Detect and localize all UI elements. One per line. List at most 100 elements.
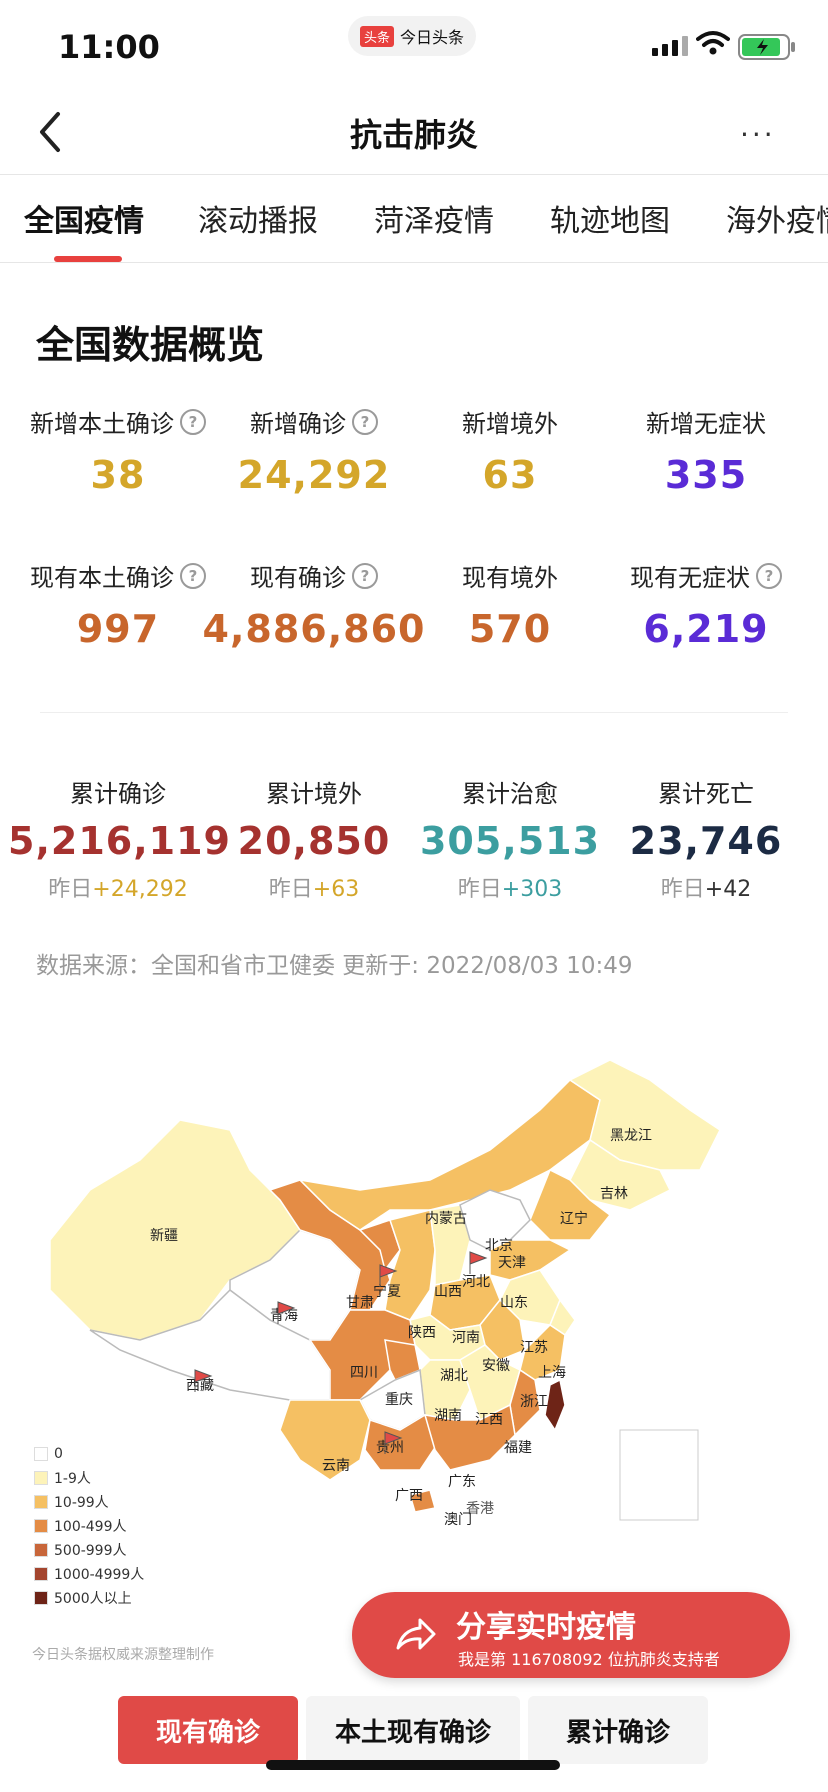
tab-rolling-news[interactable]: 滚动播报 (198, 196, 318, 240)
status-time: 11:00 (58, 28, 160, 66)
stat-value: 63 (482, 453, 538, 497)
legend-swatch (34, 1519, 48, 1533)
legend-swatch (34, 1543, 48, 1557)
app-name: 今日头条 (400, 28, 465, 47)
battery-icon (738, 34, 795, 60)
label-shandong: 山东 (500, 1294, 528, 1310)
stat-value: 6,219 (643, 607, 769, 651)
stat-label: 累计确诊 (70, 780, 166, 808)
stat-new-local: 新增本土确诊? 38 (18, 404, 218, 497)
stat-label: 新增境外 (462, 410, 558, 438)
legend-label: 100-499人 (54, 1519, 127, 1535)
legend-label: 5000人以上 (54, 1591, 132, 1607)
stat-value: 24,292 (237, 453, 391, 497)
app-badge: 头条 (359, 25, 394, 47)
tab-trajectory-map[interactable]: 轨迹地图 (550, 196, 670, 240)
app-pill[interactable]: 头条 今日头条 (348, 16, 476, 56)
label-yunnan: 云南 (322, 1457, 350, 1473)
help-icon[interactable]: ? (352, 408, 378, 435)
label-xinjiang: 新疆 (150, 1227, 178, 1243)
share-subtitle: 我是第 116708092 位抗肺炎支持者 (458, 1650, 720, 1669)
label-macau: 澳门 (444, 1511, 472, 1527)
province-taiwan (544, 1378, 566, 1432)
legend-swatch (34, 1591, 48, 1605)
stat-label: 现有本土确诊 (30, 564, 174, 592)
yesterday-label: 昨日 (660, 877, 705, 902)
tab-overseas[interactable]: 海外疫情 (726, 196, 828, 240)
label-hunan: 湖南 (434, 1407, 462, 1423)
stat-value: 5,216,119 (8, 819, 231, 863)
share-realtime-button[interactable]: 分享实时疫情 我是第 116708092 位抗肺炎支持者 (352, 1592, 790, 1678)
legend-swatch (34, 1471, 48, 1485)
tab-national[interactable]: 全国疫情 (24, 196, 144, 240)
label-liaoning: 辽宁 (560, 1210, 588, 1226)
more-menu-button[interactable]: ··· (740, 118, 776, 151)
nav-divider (0, 174, 828, 175)
stat-current-local: 现有本土确诊? 997 (18, 558, 218, 651)
stat-new-confirmed: 新增确诊? 24,292 (214, 404, 414, 497)
label-hubei: 湖北 (440, 1367, 468, 1383)
map-legend: 0 1-9人 10-99人 100-499人 500-999人 1000-499… (34, 1442, 144, 1610)
flag-icon (469, 1251, 488, 1274)
legend-label: 1000-4999人 (54, 1567, 145, 1583)
label-neimenggu: 内蒙古 (425, 1210, 467, 1226)
label-chongqing: 重庆 (385, 1391, 413, 1407)
label-jiangxi: 江西 (475, 1411, 503, 1427)
label-sichuan: 四川 (350, 1364, 378, 1380)
stat-value: 38 (90, 453, 146, 497)
overview-title: 全国数据概览 (36, 323, 265, 367)
stat-label: 现有无症状 (630, 564, 750, 592)
china-epidemic-map[interactable]: 黑龙江 吉林 辽宁 内蒙古 新疆 北京 天津 河北 山西 宁夏 甘肃 青海 山东… (30, 1040, 800, 1600)
stat-total-recovered: 累计治愈 305,513 昨日+303 (410, 774, 610, 903)
label-shanghai: 上海 (538, 1364, 566, 1380)
stat-total-confirmed: 累计确诊 5,216,119 昨日+24,292 (8, 774, 231, 903)
stat-new-asymptomatic: 新增无症状 335 (606, 404, 806, 497)
share-arrow-icon (396, 1618, 436, 1650)
map-credit: 今日头条据权威来源整理制作 (32, 1647, 214, 1663)
tab-local-current-confirmed[interactable]: 本土现有确诊 (306, 1696, 520, 1764)
stat-current-confirmed: 现有确诊? 4,886,860 (194, 558, 434, 651)
label-jilin: 吉林 (600, 1185, 628, 1201)
home-indicator[interactable] (266, 1760, 560, 1770)
stat-label: 新增无症状 (646, 410, 766, 438)
label-jiangsu: 江苏 (520, 1339, 548, 1355)
label-gansu: 甘肃 (346, 1294, 374, 1310)
label-henan: 河南 (452, 1329, 480, 1345)
tab-divider (0, 262, 828, 263)
label-fujian: 福建 (504, 1439, 532, 1455)
page-title: 抗击肺炎 (349, 116, 478, 154)
stat-label: 现有确诊 (250, 564, 346, 592)
label-shaanxi: 陕西 (408, 1324, 436, 1340)
legend-label: 500-999人 (54, 1543, 127, 1559)
label-guangxi: 广西 (395, 1487, 423, 1503)
label-tianjin: 天津 (498, 1254, 526, 1270)
stat-label: 新增本土确诊 (30, 410, 174, 438)
data-source-text: 数据来源：全国和省市卫健委 更新于: 2022/08/03 10:49 (36, 953, 633, 979)
stat-new-imported: 新增境外 63 (410, 404, 610, 497)
stat-value: 20,850 (237, 819, 391, 863)
yesterday-delta: +24,292 (92, 877, 188, 902)
label-taiwan: 台湾 (532, 1452, 560, 1468)
help-icon[interactable]: ? (180, 408, 206, 435)
province-shaanxi (384, 1209, 436, 1321)
share-title: 分享实时疫情 (456, 1610, 636, 1645)
stat-total-deaths: 累计死亡 23,746 昨日+42 (606, 774, 806, 903)
help-icon[interactable]: ? (352, 562, 378, 589)
help-icon[interactable]: ? (756, 562, 782, 589)
stat-value: 4,886,860 (202, 607, 426, 651)
tab-heze[interactable]: 菏泽疫情 (374, 196, 494, 240)
label-guangdong: 广东 (448, 1473, 476, 1489)
label-shanxi: 山西 (434, 1283, 462, 1299)
legend-label: 1-9人 (54, 1471, 91, 1487)
wifi-icon (696, 31, 730, 55)
stat-label: 累计境外 (266, 780, 362, 808)
label-zhejiang: 浙江 (520, 1393, 548, 1409)
south-sea-inset (619, 1429, 699, 1521)
tab-bar: 全国疫情 滚动播报 菏泽疫情 轨迹地图 海外疫情 (0, 176, 828, 262)
yesterday-label: 昨日 (457, 877, 502, 902)
signal-icon (652, 36, 688, 56)
stat-label: 新增确诊 (250, 410, 346, 438)
yesterday-delta: +42 (704, 877, 752, 902)
tab-current-confirmed[interactable]: 现有确诊 (118, 1696, 298, 1764)
tab-total-confirmed[interactable]: 累计确诊 (528, 1696, 708, 1764)
